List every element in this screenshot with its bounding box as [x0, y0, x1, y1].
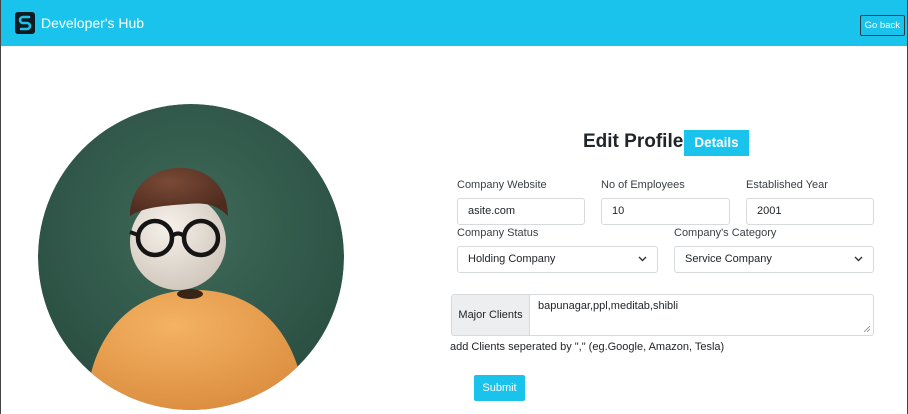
major-clients-textarea[interactable]: bapunagar,ppl,meditab,shibli: [538, 300, 678, 312]
company-category-select[interactable]: Service Company: [674, 246, 874, 273]
company-website-label: Company Website: [457, 179, 547, 191]
company-status-select[interactable]: Holding Company: [457, 246, 658, 273]
page-title: Edit Profile: [583, 131, 684, 152]
avatar-illustration: [38, 104, 344, 410]
company-status-label: Company Status: [457, 227, 539, 239]
company-category-value: Service Company: [685, 253, 772, 265]
established-year-label: Established Year: [746, 179, 828, 191]
clients-help-text: add Clients seperated by "," (eg.Google,…: [450, 341, 725, 353]
major-clients-group: Major Clients bapunagar,ppl,meditab,shib…: [451, 294, 874, 336]
details-badge: Details: [684, 130, 749, 156]
brand-logo-icon[interactable]: [15, 12, 35, 34]
major-clients-label: Major Clients: [452, 295, 530, 335]
resize-handle-icon[interactable]: [864, 326, 870, 332]
employees-input[interactable]: 10: [601, 198, 730, 225]
company-category-label: Company's Category: [674, 227, 777, 239]
submit-button[interactable]: Submit: [474, 375, 525, 401]
established-year-input[interactable]: 2001: [746, 198, 874, 225]
employees-label: No of Employees: [601, 179, 685, 191]
go-back-button[interactable]: Go back: [859, 15, 905, 36]
company-status-value: Holding Company: [468, 253, 556, 265]
company-website-input[interactable]: asite.com: [457, 198, 585, 225]
brand-name[interactable]: Developer's Hub: [41, 15, 144, 31]
navbar: Developer's Hub Go back: [1, 0, 907, 46]
chevron-down-icon: [854, 256, 863, 262]
chevron-down-icon: [638, 256, 647, 262]
